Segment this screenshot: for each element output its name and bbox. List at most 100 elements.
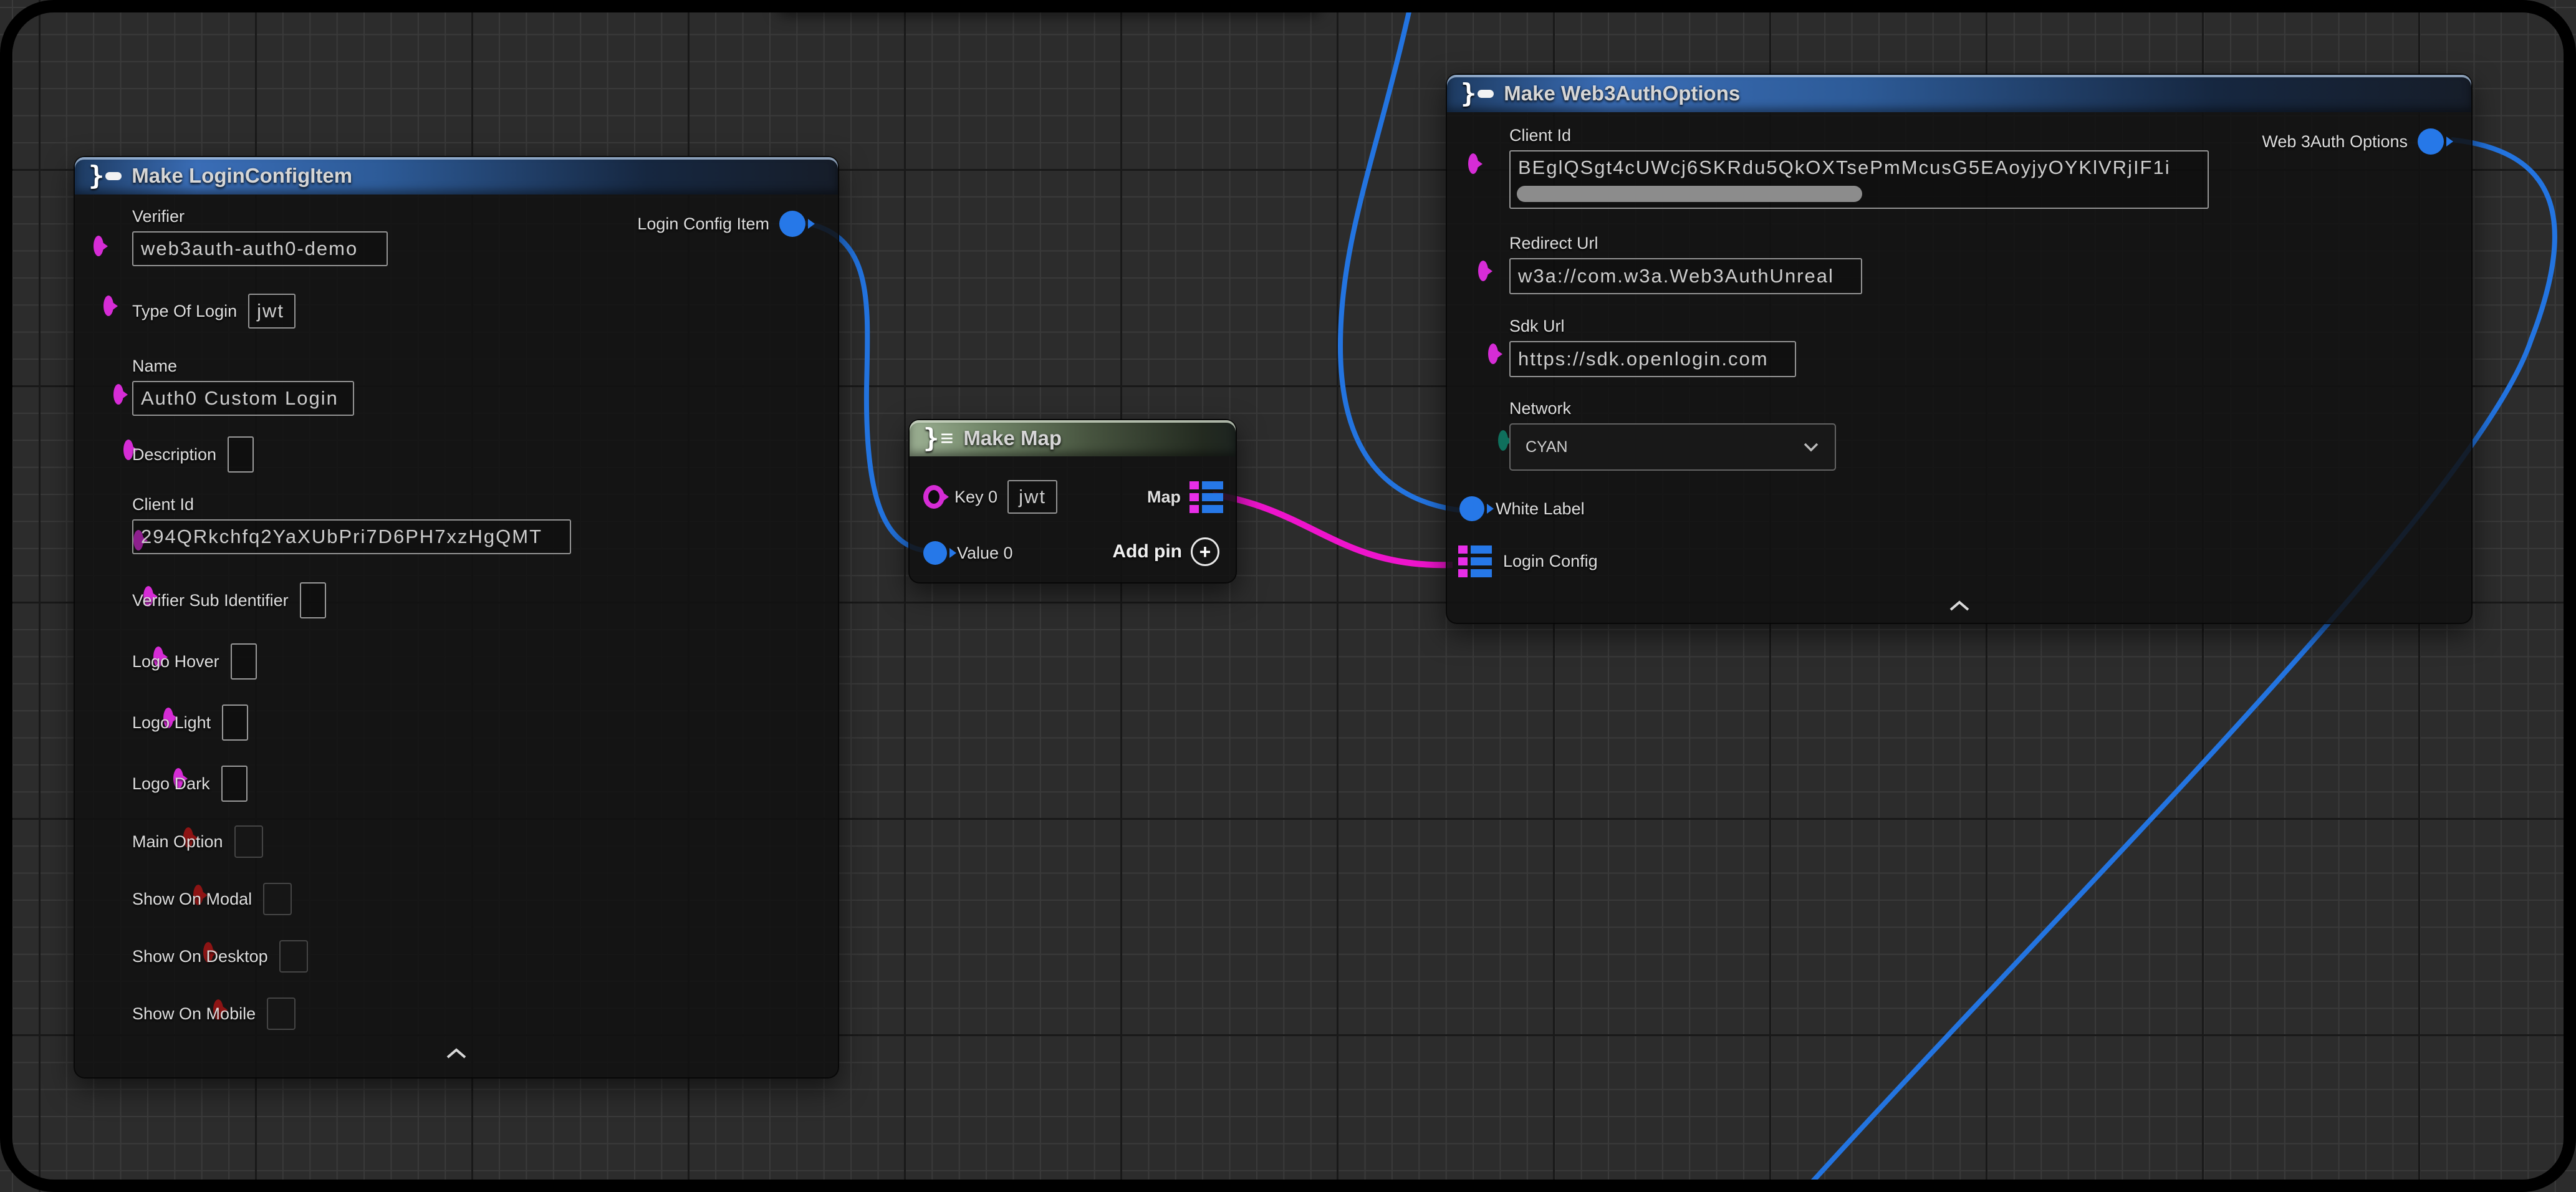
- pin-key-0[interactable]: [923, 485, 944, 509]
- offscreen-node-bottom-edge[interactable]: [776, 0, 1322, 10]
- field-label: Logo Light: [132, 713, 211, 733]
- show-on-mobile-checkbox[interactable]: [267, 997, 296, 1030]
- add-pin-label: Add pin: [1112, 541, 1182, 562]
- pin-network[interactable]: [1498, 430, 1508, 451]
- node-title: Make Web3AuthOptions: [1504, 82, 1740, 105]
- node-make-loginconfigitem[interactable]: } Make LoginConfigItem Login Config Item…: [74, 156, 839, 1079]
- row-show-on-modal: Show On Modal: [132, 882, 292, 916]
- wire-map-to-loginconfig[interactable]: [1213, 494, 1453, 565]
- output-web3auth-options: Web 3Auth Options: [2262, 128, 2444, 155]
- pin-type-of-login[interactable]: [103, 296, 113, 316]
- node-title: Make LoginConfigItem: [132, 164, 352, 188]
- pin-login-config-item-output[interactable]: [779, 211, 805, 237]
- field-label: Show On Desktop: [132, 947, 268, 966]
- field-label: Redirect Url: [1509, 234, 1862, 253]
- add-pin-plus-icon: +: [1191, 537, 1219, 566]
- row-sdk-url: Sdk Url https://sdk.openlogin.com: [1509, 317, 1796, 377]
- make-struct-icon: }: [1461, 80, 1494, 107]
- field-label: Network: [1509, 399, 1836, 418]
- node-header-make-loginconfigitem[interactable]: } Make LoginConfigItem: [75, 157, 838, 195]
- row-logo-hover: Logo Hover: [132, 643, 257, 680]
- client-id-text: BEglQSgt4cUWcj6SKRdu5QkOXTsePmMcusG5EAoy…: [1518, 156, 2171, 179]
- row-network: Network CYAN: [1509, 399, 1836, 471]
- row-verifier-sub-identifier: Verifier Sub Identifier: [132, 582, 326, 618]
- type-of-login-input[interactable]: jwt: [248, 294, 296, 329]
- node-header-make-map[interactable]: }≡ Make Map: [910, 420, 1236, 456]
- row-show-on-mobile: Show On Mobile: [132, 996, 296, 1031]
- row-show-on-desktop: Show On Desktop: [132, 939, 308, 974]
- description-input[interactable]: [228, 436, 254, 473]
- row-redirect-url: Redirect Url w3a://com.w3a.Web3AuthUnrea…: [1509, 234, 1862, 294]
- output-pin-label: Map: [1147, 488, 1181, 507]
- output-pin-label: Web 3Auth Options: [2262, 132, 2408, 151]
- node-make-map[interactable]: }≡ Make Map Key 0 jwt Map Value 0 Add pi…: [908, 419, 1237, 584]
- field-label: Verifier Sub Identifier: [132, 591, 289, 610]
- horizontal-scrollbar[interactable]: [1517, 186, 1862, 202]
- pin-name[interactable]: [113, 384, 123, 405]
- name-input[interactable]: Auth0 Custom Login: [132, 381, 354, 416]
- row-main-option: Main Option: [132, 824, 263, 859]
- network-dropdown[interactable]: CYAN: [1509, 423, 1836, 471]
- chevron-up-icon[interactable]: [1948, 600, 1971, 615]
- pin-map-output[interactable]: [1189, 481, 1223, 513]
- output-pin-label: Login Config Item: [637, 214, 769, 234]
- field-label: Login Config: [1503, 552, 1598, 571]
- row-logo-light: Logo Light: [132, 704, 248, 741]
- logo-hover-input[interactable]: [231, 643, 257, 680]
- logo-light-input[interactable]: [222, 704, 248, 741]
- field-label: Client Id: [132, 495, 571, 514]
- logo-dark-input[interactable]: [221, 766, 248, 802]
- pin-value-0[interactable]: [923, 541, 947, 565]
- row-logo-dark: Logo Dark: [132, 766, 248, 802]
- main-option-checkbox[interactable]: [234, 825, 263, 858]
- client-id-input[interactable]: BEglQSgt4cUWcj6SKRdu5QkOXTsePmMcusG5EAoy…: [1509, 150, 2209, 209]
- chevron-up-icon[interactable]: [445, 1047, 468, 1063]
- sdk-url-input[interactable]: https://sdk.openlogin.com: [1509, 341, 1796, 377]
- chevron-down-icon: [1802, 441, 1820, 453]
- field-label: Name: [132, 357, 354, 376]
- row-key-0: Key 0 jwt: [923, 479, 1057, 515]
- pin-redirect-url[interactable]: [1478, 261, 1488, 281]
- row-name: Name Auth0 Custom Login: [132, 357, 354, 416]
- field-label: Logo Hover: [132, 652, 219, 671]
- pin-web3auth-options-output[interactable]: [2418, 128, 2444, 155]
- verifier-input[interactable]: web3auth-auth0-demo: [132, 231, 388, 266]
- node-make-web3authoptions[interactable]: } Make Web3AuthOptions Web 3Auth Options…: [1446, 74, 2473, 624]
- field-label: Main Option: [132, 832, 223, 852]
- node-title: Make Map: [963, 426, 1062, 450]
- field-label: Key 0: [954, 488, 997, 507]
- client-id-input[interactable]: 294QRkchfq2YaXUbPri7D6PH7xzHgQMT: [132, 519, 571, 554]
- pin-verifier[interactable]: [94, 236, 103, 256]
- field-label: Show On Mobile: [132, 1004, 256, 1024]
- row-client-id: Client Id 294QRkchfq2YaXUbPri7D6PH7xzHgQ…: [132, 495, 571, 554]
- row-verifier: Verifier web3auth-auth0-demo: [132, 207, 388, 266]
- redirect-url-input[interactable]: w3a://com.w3a.Web3AuthUnreal: [1509, 258, 1862, 294]
- key-0-input[interactable]: jwt: [1007, 480, 1057, 514]
- field-label: Type Of Login: [132, 302, 237, 321]
- row-white-label: White Label: [1459, 494, 1585, 524]
- pin-client-id[interactable]: [1468, 153, 1478, 174]
- make-struct-icon: }: [89, 163, 122, 189]
- verifier-sub-identifier-input[interactable]: [300, 582, 326, 618]
- field-label: Client Id: [1509, 126, 2209, 145]
- blueprint-graph: } Make LoginConfigItem Login Config Item…: [0, 0, 2576, 1192]
- row-value-0: Value 0: [923, 535, 1013, 571]
- row-description: Description: [132, 436, 254, 473]
- pin-sdk-url[interactable]: [1488, 344, 1498, 364]
- show-on-desktop-checkbox[interactable]: [279, 940, 308, 973]
- output-map: Map: [1147, 481, 1223, 513]
- field-label: Show On Modal: [132, 890, 252, 909]
- field-label: White Label: [1496, 499, 1585, 519]
- field-label: Sdk Url: [1509, 317, 1796, 336]
- row-type-of-login: Type Of Login jwt: [132, 293, 296, 329]
- pin-login-config[interactable]: [1458, 546, 1492, 577]
- node-header-make-web3authoptions[interactable]: } Make Web3AuthOptions: [1447, 75, 2471, 112]
- field-label: Verifier: [132, 207, 388, 226]
- make-map-icon: }≡: [923, 425, 953, 451]
- add-pin-button[interactable]: Add pin +: [1112, 537, 1219, 566]
- show-on-modal-checkbox[interactable]: [263, 883, 292, 915]
- row-client-id: Client Id BEglQSgt4cUWcj6SKRdu5QkOXTsePm…: [1509, 126, 2209, 209]
- network-selected-value: CYAN: [1526, 438, 1568, 456]
- pin-white-label[interactable]: [1459, 496, 1484, 521]
- output-login-config-item: Login Config Item: [637, 211, 805, 237]
